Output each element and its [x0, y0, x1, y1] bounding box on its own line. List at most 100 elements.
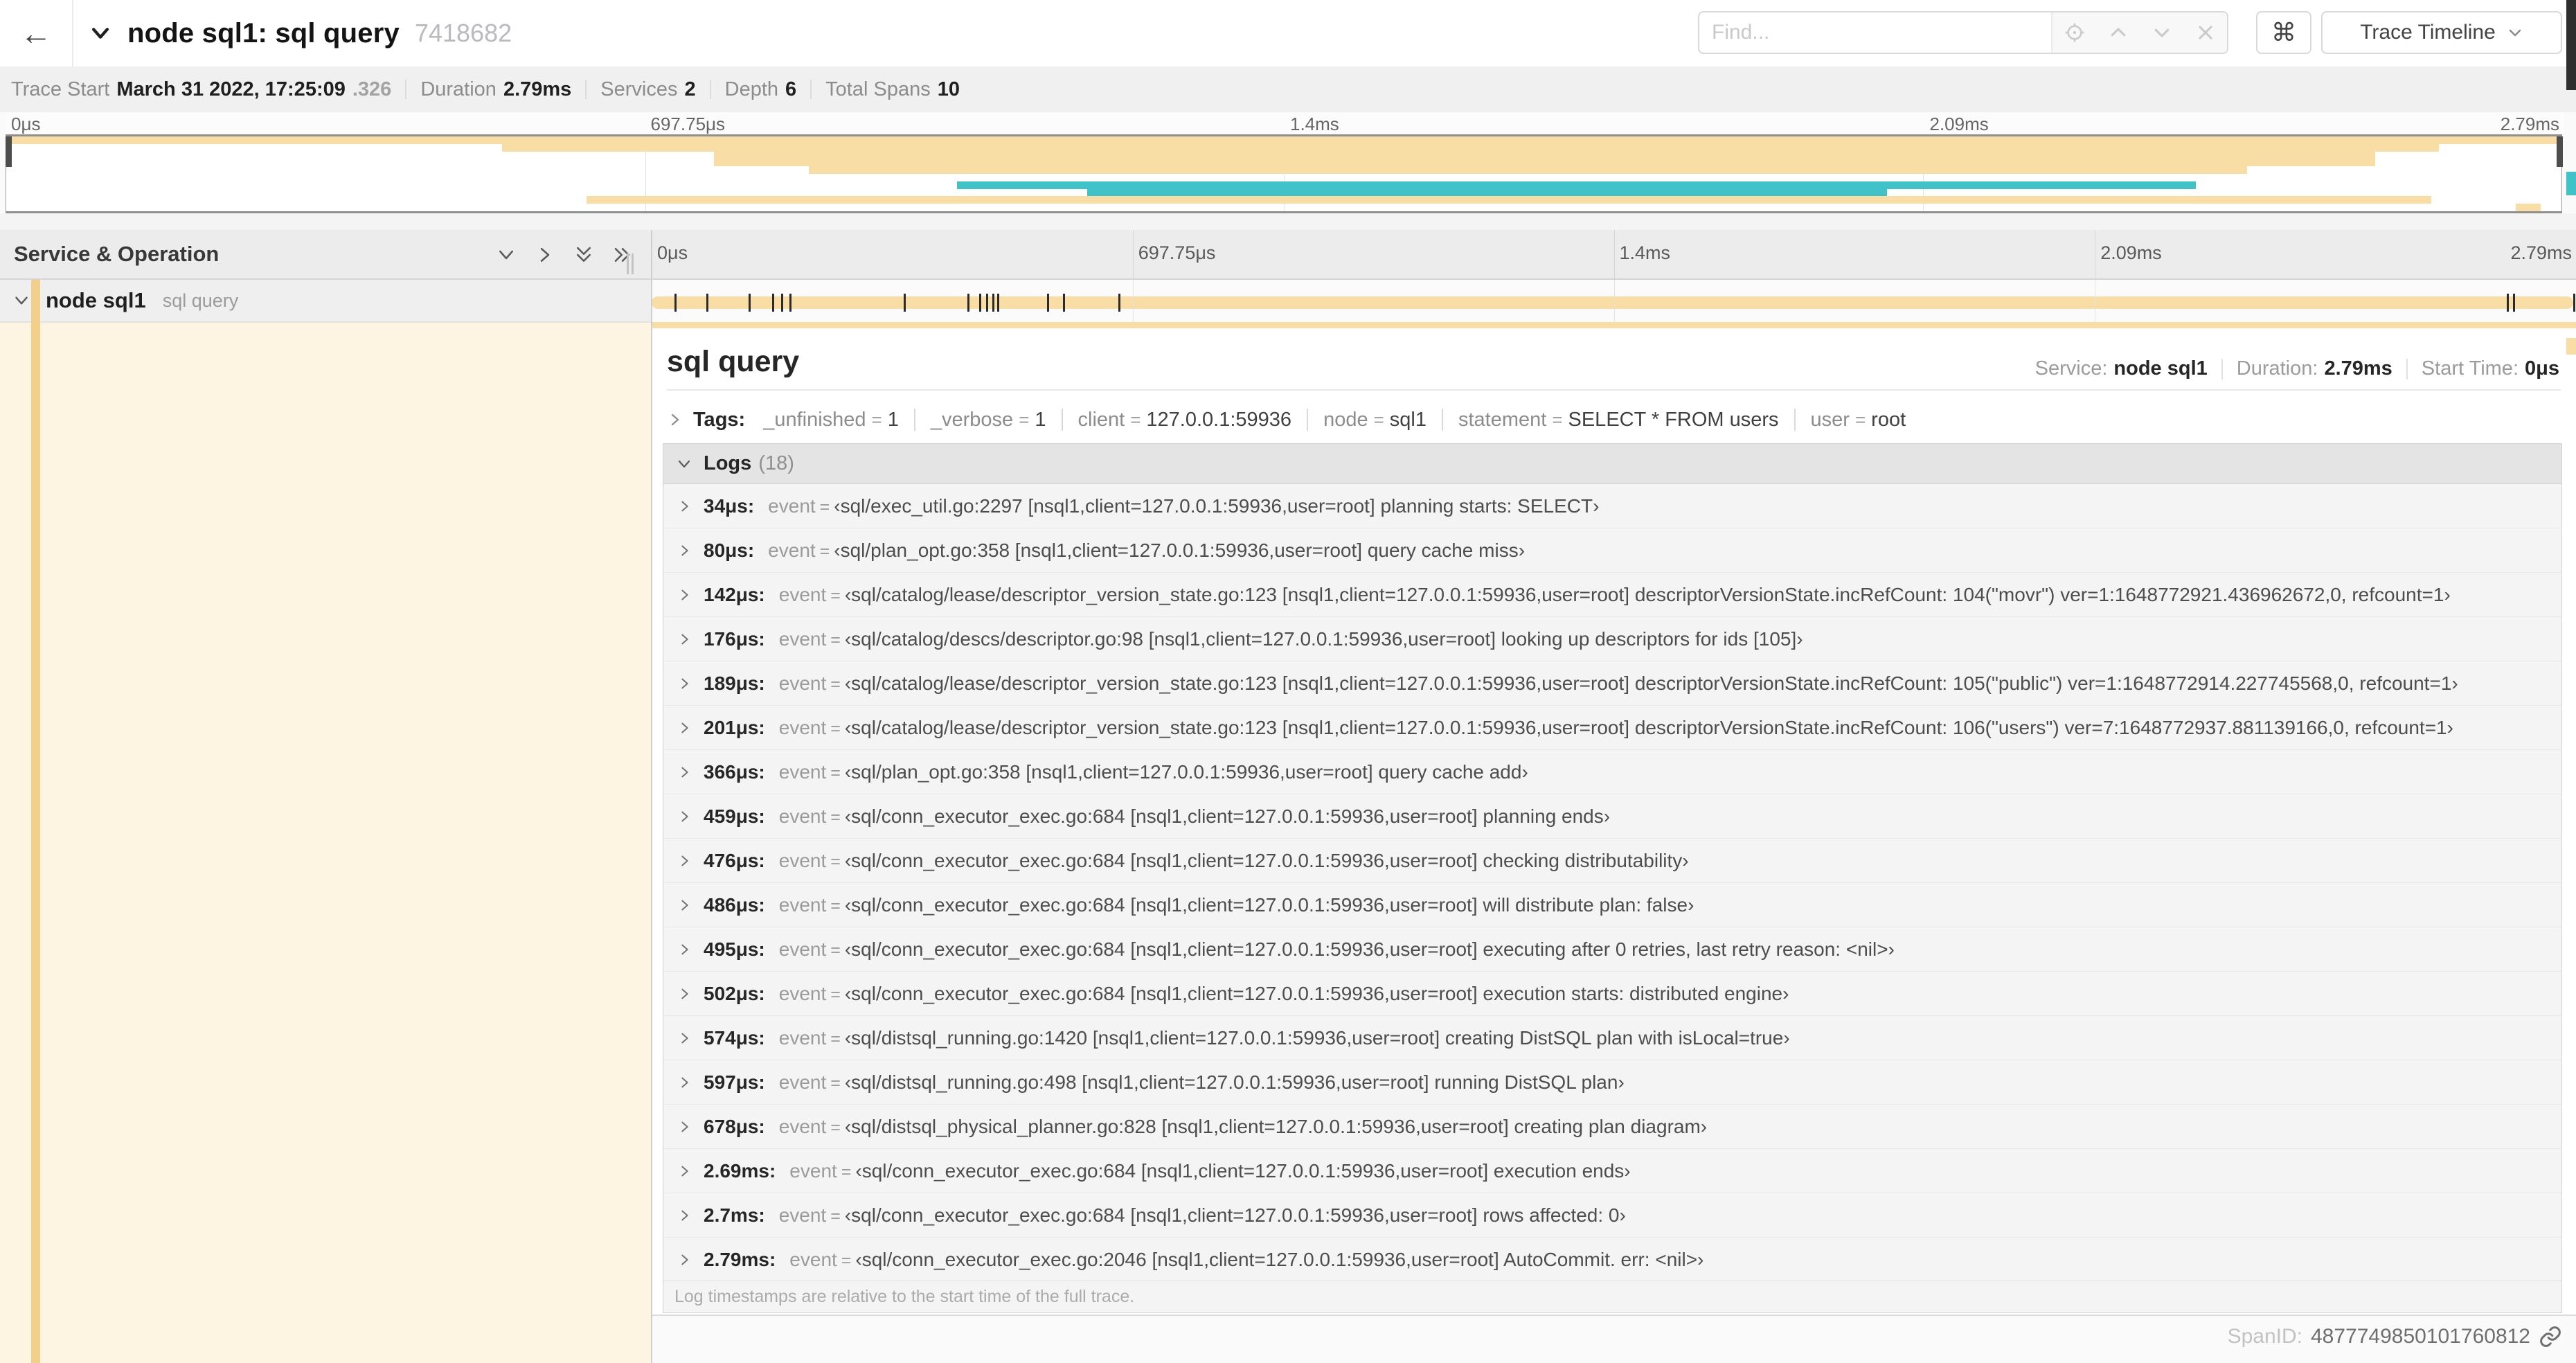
log-row[interactable]: 2.79ms: event = ‹sql/conn_executor_exec.go:…: [663, 1238, 2561, 1282]
log-expand-chevron-icon[interactable]: [677, 720, 692, 736]
span-duration-bar[interactable]: [652, 296, 2573, 309]
log-row[interactable]: 201μs: event = ‹sql/catalog/lease/descripto…: [663, 706, 2561, 750]
trace-view-select[interactable]: Trace Timeline: [2321, 11, 2562, 54]
minimap-row: [6, 166, 2561, 174]
log-expand-chevron-icon[interactable]: [677, 1119, 692, 1134]
log-field-key: event: [768, 539, 816, 561]
log-row[interactable]: 476μs: event = ‹sql/conn_executor_exec.go:6…: [663, 839, 2561, 883]
timeline-gridline: [1613, 230, 1615, 278]
log-expand-chevron-icon[interactable]: [677, 1031, 692, 1046]
span-collapse-chevron-icon[interactable]: [12, 292, 30, 310]
column-resizer-handle[interactable]: [627, 253, 636, 274]
log-event-marker: [979, 294, 982, 312]
close-icon: [2198, 26, 2212, 39]
log-event-marker: [1046, 294, 1049, 312]
log-expand-chevron-icon[interactable]: [677, 1075, 692, 1090]
log-expand-chevron-icon[interactable]: [677, 898, 692, 913]
log-timestamp: 597μs:: [704, 1071, 765, 1093]
column-divider[interactable]: [651, 230, 652, 1363]
log-row[interactable]: 80μs: event = ‹sql/plan_opt.go:358 [nsql1,c…: [663, 528, 2561, 573]
log-expand-chevron-icon[interactable]: [677, 587, 692, 603]
timeline-tick-label: 1.4ms: [1290, 114, 1339, 134]
chevron-right-icon: [540, 248, 550, 262]
depth-stat: Depth 6: [724, 78, 797, 100]
chevron-down-icon: [2154, 28, 2169, 37]
log-field-equals: =: [830, 940, 841, 960]
find-prev-button[interactable]: [2096, 12, 2140, 53]
log-row[interactable]: 574μs: event = ‹sql/distsql_running.go:1420…: [663, 1016, 2561, 1060]
log-expand-chevron-icon[interactable]: [677, 676, 692, 691]
log-row[interactable]: 678μs: event = ‹sql/distsql_physical_planne…: [663, 1105, 2561, 1149]
log-field-value: ‹sql/conn_executor_exec.go:684 [nsql1,cl…: [844, 849, 1689, 871]
log-row[interactable]: 2.69ms: event = ‹sql/conn_executor_exec.go:…: [663, 1149, 2561, 1193]
log-expand-chevron-icon[interactable]: [677, 1208, 692, 1223]
tag-equals: =: [1854, 409, 1866, 430]
find-next-button[interactable]: [2140, 12, 2183, 53]
trace-summary-bar: Trace Start March 31 2022, 17:25:09.326 …: [0, 66, 2576, 112]
log-expand-chevron-icon[interactable]: [677, 1164, 692, 1179]
log-field-key: event: [778, 893, 827, 916]
viewport-right-handle[interactable]: [2557, 136, 2563, 167]
span-timeline-row[interactable]: [652, 280, 2576, 323]
minimap-row: [6, 143, 2561, 152]
log-event-marker: [992, 294, 994, 312]
log-event-text: event = ‹sql/distsql_running.go:1420 [nsql…: [779, 1027, 1790, 1049]
log-field-key: event: [778, 982, 827, 1004]
log-row[interactable]: 34μs: event = ‹sql/exec_util.go:2297 [nsql1…: [663, 484, 2561, 528]
expand-one-button[interactable]: [535, 244, 555, 265]
log-field-key: event: [778, 672, 827, 694]
log-field-key: event: [778, 760, 827, 783]
trace-collapse-chevron-icon[interactable]: [89, 21, 112, 45]
span-row[interactable]: node sql1 sql query: [0, 280, 651, 323]
log-expand-chevron-icon[interactable]: [677, 942, 692, 957]
log-row[interactable]: 189μs: event = ‹sql/catalog/lease/descripto…: [663, 661, 2561, 706]
collapse-all-button[interactable]: [573, 244, 594, 265]
find-input[interactable]: [1699, 12, 2051, 53]
trace-overview-minimap[interactable]: [6, 134, 2562, 213]
log-row[interactable]: 597μs: event = ‹sql/distsql_running.go:498 …: [663, 1060, 2561, 1105]
log-expand-chevron-icon[interactable]: [677, 853, 692, 868]
scrollbar-thumb[interactable]: [2566, 0, 2576, 90]
log-expand-chevron-icon[interactable]: [677, 499, 692, 514]
collapse-one-button[interactable]: [496, 244, 517, 265]
find-clear-button[interactable]: [2183, 12, 2227, 53]
detail-row-span-bar[interactable]: [652, 322, 2576, 328]
log-expand-chevron-icon[interactable]: [677, 986, 692, 1001]
log-field-equals: =: [830, 763, 841, 783]
log-row[interactable]: 486μs: event = ‹sql/conn_executor_exec.go:6…: [663, 883, 2561, 927]
overview-tick-labels: 0μs 697.75μs 1.4ms 2.09ms 2.79ms: [6, 112, 2564, 134]
log-row[interactable]: 495μs: event = ‹sql/conn_executor_exec.go:6…: [663, 927, 2561, 972]
log-event-text: event = ‹sql/distsql_running.go:498 [nsql1…: [779, 1071, 1625, 1094]
minimap-canvas[interactable]: [6, 136, 2561, 211]
log-field-key: event: [778, 583, 827, 605]
log-event-text: event = ‹sql/plan_opt.go:358 [nsql1,client…: [768, 540, 1525, 562]
log-expand-chevron-icon[interactable]: [677, 765, 692, 780]
log-expand-chevron-icon[interactable]: [677, 543, 692, 558]
back-button[interactable]: ←: [0, 0, 73, 66]
divider: [1441, 409, 1443, 431]
log-expand-chevron-icon[interactable]: [677, 809, 692, 824]
keyboard-shortcuts-button[interactable]: ⌘: [2256, 11, 2311, 54]
viewport-left-handle[interactable]: [6, 136, 12, 167]
log-expand-chevron-icon[interactable]: [677, 632, 692, 647]
log-expand-chevron-icon[interactable]: [677, 1252, 692, 1267]
tags-row[interactable]: Tags: _unfinished = 1 _verbose = 1 client = 127.…: [667, 400, 1906, 439]
tag-item: node = sql1: [1323, 409, 1426, 431]
log-row[interactable]: 366μs: event = ‹sql/plan_opt.go:358 [nsql1,…: [663, 750, 2561, 794]
deep-link-button[interactable]: [2539, 1325, 2562, 1348]
log-timestamp: 189μs:: [704, 672, 765, 694]
log-field-value: ‹sql/catalog/lease/descriptor_version_st…: [844, 583, 2451, 605]
trace-view-label: Trace Timeline: [2360, 21, 2496, 44]
locate-button[interactable]: [2052, 12, 2096, 53]
log-row[interactable]: 142μs: event = ‹sql/catalog/lease/descripto…: [663, 573, 2561, 617]
log-row[interactable]: 176μs: event = ‹sql/catalog/descs/descripto…: [663, 617, 2561, 661]
log-field-equals: =: [830, 674, 841, 694]
log-timestamp: 176μs:: [704, 627, 765, 650]
find-button-group: [2051, 12, 2227, 53]
log-row[interactable]: 2.7ms: event = ‹sql/conn_executor_exec.go:6…: [663, 1193, 2561, 1238]
minimap-row: [6, 181, 2561, 189]
log-row[interactable]: 459μs: event = ‹sql/conn_executor_exec.go:6…: [663, 794, 2561, 839]
log-field-key: event: [778, 938, 827, 960]
logs-header[interactable]: Logs (18): [663, 444, 2561, 484]
log-row[interactable]: 502μs: event = ‹sql/conn_executor_exec.go:6…: [663, 972, 2561, 1016]
